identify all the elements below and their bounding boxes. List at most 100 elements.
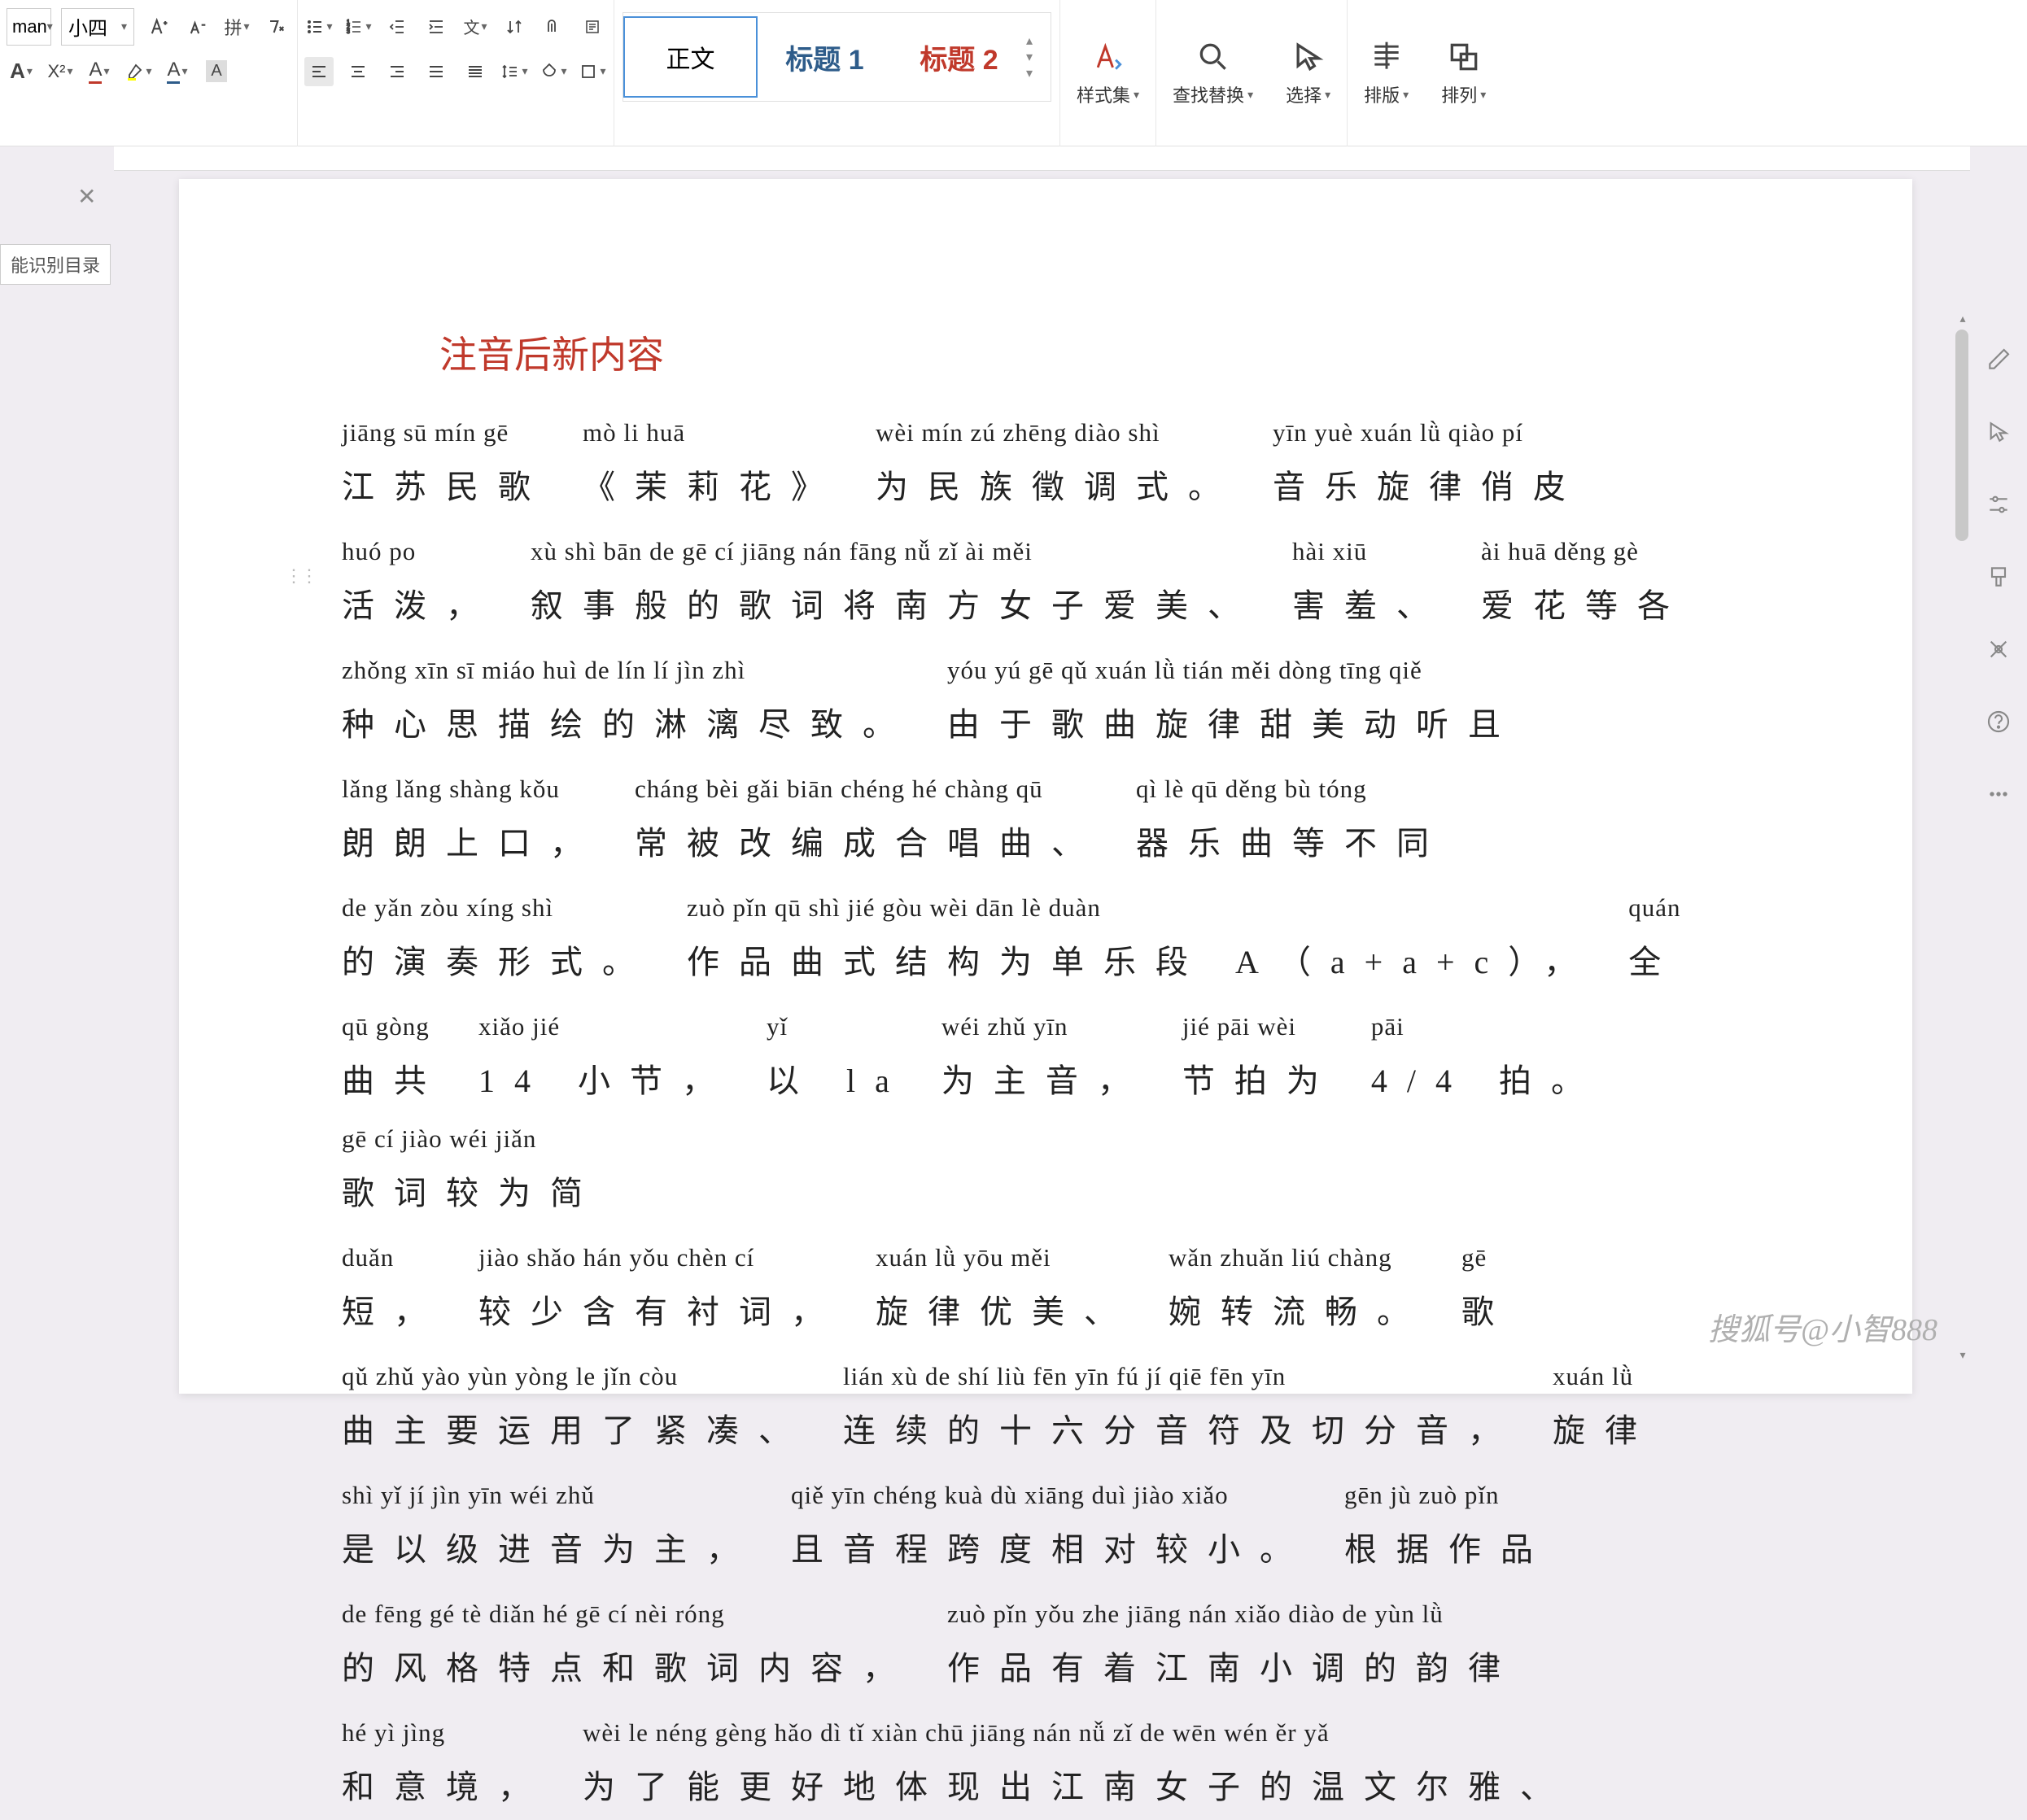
cursor-icon[interactable]	[1981, 414, 2016, 450]
shading-icon[interactable]: ▾	[539, 57, 568, 86]
document-page[interactable]: ⋮⋮ 注音后新内容 jiāng sū mín gē江苏民歌mò li huā《茉…	[179, 179, 1912, 1394]
ruby-group: de yǎn zòu xíng shì的演奏形式。	[342, 883, 654, 995]
vertical-scrollbar[interactable]: ▴ ▾	[1954, 305, 1970, 1369]
ruby-group: hé yì jìng和意境，	[342, 1708, 550, 1820]
line-spacing-icon[interactable]: ▾	[500, 57, 529, 86]
font-color-a-icon[interactable]: A▾	[85, 57, 114, 86]
numbered-list-icon[interactable]: 123▾	[343, 12, 373, 41]
sort-icon[interactable]	[500, 12, 529, 41]
scroll-up-icon[interactable]: ▴	[1955, 312, 1970, 326]
ruby-group: pāi4/4 拍。	[1371, 1002, 1603, 1114]
style-normal[interactable]: 正文	[623, 16, 758, 98]
align-center-icon[interactable]	[343, 57, 373, 86]
ruby-group: yǐ以 la	[767, 1002, 909, 1114]
font-color-icon[interactable]: A▾	[163, 57, 192, 86]
text-effects-icon[interactable]: A▾	[7, 57, 36, 86]
help-icon[interactable]	[1981, 704, 2016, 740]
pencil-icon[interactable]	[1981, 342, 2016, 378]
find-replace-button[interactable]: 查找替换▾	[1155, 0, 1269, 146]
superscript-icon[interactable]: X²▾	[46, 57, 75, 86]
ruby-group: wèi le néng gèng hǎo dì tǐ xiàn chū jiān…	[583, 1708, 1572, 1820]
phonetic-guide-icon[interactable]: 拼▾	[222, 12, 251, 41]
hanzi-text: 歌词较为简	[342, 1161, 602, 1226]
style-heading2[interactable]: 标题 2	[892, 16, 1026, 98]
pinyin-text: cháng bèi gǎi biān chéng hé chàng qū	[635, 764, 1043, 814]
align-left-icon[interactable]	[304, 57, 334, 86]
hanzi-text: 活泼，	[342, 574, 498, 639]
pinyin-text: de fēng gé tè diǎn hé gē cí nèi róng	[342, 1589, 725, 1639]
font-size-select[interactable]: 小四▾	[61, 8, 134, 46]
decrease-font-icon[interactable]	[183, 12, 212, 41]
increase-font-icon[interactable]	[144, 12, 173, 41]
pinyin-text: qì lè qū děng bù tóng	[1136, 764, 1367, 814]
align-distribute-icon[interactable]	[461, 57, 490, 86]
arrange-button[interactable]: 排列▾	[1425, 0, 1502, 146]
ruby-group: huó po活泼，	[342, 526, 498, 639]
text-direction-icon[interactable]: 文▾	[461, 12, 490, 41]
pinyin-text: ài huā děng gè	[1481, 526, 1639, 577]
ruby-group: mò li huā《茉莉花》	[583, 408, 843, 520]
show-marks-icon[interactable]	[539, 12, 568, 41]
horizontal-ruler[interactable]	[114, 146, 1970, 171]
char-shading-icon[interactable]: A	[202, 57, 231, 86]
navigation-sidebar: ✕ 能识别目录	[0, 146, 114, 1394]
pinyin-text: hé yì jìng	[342, 1708, 445, 1758]
ruby-group: shì yǐ jí jìn yīn wéi zhǔ是以级进音为主，	[342, 1470, 758, 1582]
hanzi-text: 常被改编成合唱曲、	[635, 811, 1103, 876]
hanzi-text: 曲共	[342, 1049, 446, 1114]
pinyin-text: wèi le néng gèng hǎo dì tǐ xiàn chū jiān…	[583, 1708, 1330, 1758]
hanzi-text: 江苏民歌	[342, 455, 550, 520]
align-justify-icon[interactable]	[422, 57, 451, 86]
hanzi-text: 为了能更好地体现出江南女子的温文尔雅、	[583, 1755, 1572, 1820]
hanzi-text: 的演奏形式。	[342, 930, 654, 995]
paragraph-marks-icon[interactable]	[578, 12, 607, 41]
hanzi-text: 为主音，	[941, 1049, 1150, 1114]
ruby-group: xù shì bān de gē cí jiāng nán fāng nǚ zǐ…	[531, 526, 1260, 639]
pinyin-text: zuò pǐn qū shì jié gòu wèi dān lè duàn	[687, 883, 1101, 933]
pinyin-text: jiào shǎo hán yǒu chèn cí	[478, 1233, 754, 1283]
watermark-text: 搜狐号@小智888	[1708, 1304, 1937, 1349]
hanzi-text: 种心思描绘的淋漓尽致。	[342, 692, 915, 757]
highlight-icon[interactable]: ▾	[124, 57, 153, 86]
hanzi-text: 短，	[342, 1280, 446, 1345]
format-brush-icon[interactable]	[1981, 559, 2016, 595]
ruby-group: yóu yú gē qǔ xuán lǜ tián měi dòng tīng …	[947, 645, 1520, 757]
pinyin-text: wǎn zhuǎn liú chàng	[1169, 1233, 1392, 1283]
text-line: qū gòng曲共xiǎo jié14 小节，yǐ以 lawéi zhǔ yīn…	[342, 1002, 1758, 1226]
tools-icon[interactable]	[1981, 631, 2016, 667]
select-button[interactable]: 选择▾	[1269, 0, 1347, 146]
clear-format-icon[interactable]	[261, 12, 291, 41]
style-set-button[interactable]: 样式集▾	[1060, 0, 1155, 146]
hanzi-text: 害羞、	[1292, 574, 1448, 639]
style-scroll[interactable]: ▴▾▾	[1026, 33, 1051, 81]
ruby-group: gē歌	[1461, 1233, 1514, 1345]
scroll-thumb[interactable]	[1955, 330, 1968, 541]
increase-indent-icon[interactable]	[422, 12, 451, 41]
document-body[interactable]: jiāng sū mín gē江苏民歌mò li huā《茉莉花》wèi mín…	[342, 408, 1758, 1820]
hanzi-text: 4/4 拍。	[1371, 1049, 1603, 1114]
bullet-list-icon[interactable]: ▾	[304, 12, 334, 41]
ruby-group: jiāng sū mín gē江苏民歌	[342, 408, 550, 520]
borders-icon[interactable]: ▾	[578, 57, 607, 86]
style-heading1[interactable]: 标题 1	[758, 16, 892, 98]
pinyin-text: yīn yuè xuán lǜ qiào pí	[1273, 408, 1523, 458]
close-icon[interactable]: ✕	[77, 183, 96, 210]
decrease-indent-icon[interactable]	[382, 12, 412, 41]
align-right-icon[interactable]	[382, 57, 412, 86]
sliders-icon[interactable]	[1981, 487, 2016, 522]
font-name-select[interactable]: man▾	[7, 8, 51, 46]
ruby-group: qū gòng曲共	[342, 1002, 446, 1114]
hanzi-text: 作品有着江南小调的韵律	[947, 1636, 1520, 1701]
toc-recognize-button[interactable]: 能识别目录	[0, 244, 111, 285]
scroll-down-icon[interactable]: ▾	[1955, 1348, 1970, 1363]
pinyin-text: xuán lǜ yōu měi	[876, 1233, 1051, 1283]
ruby-group: quán全	[1628, 883, 1680, 995]
drag-handle-icon[interactable]: ⋮⋮	[285, 565, 316, 587]
ruby-group: xuán lǜ旋律	[1553, 1351, 1657, 1464]
pinyin-text: shì yǐ jí jìn yīn wéi zhǔ	[342, 1470, 595, 1521]
pinyin-text: lián xù de shí liù fēn yīn fú jí qiē fēn…	[843, 1351, 1286, 1402]
layout-button[interactable]: 排版▾	[1347, 0, 1425, 146]
pinyin-text: zhǒng xīn sī miáo huì de lín lí jìn zhì	[342, 645, 745, 696]
pinyin-text: xiǎo jié	[478, 1002, 560, 1052]
more-icon[interactable]	[1981, 776, 2016, 812]
